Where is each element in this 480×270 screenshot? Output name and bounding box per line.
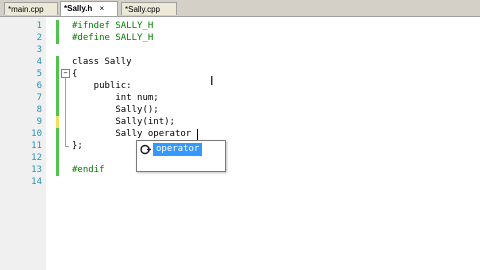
line-number: 6 xyxy=(36,81,42,91)
line-number: 14 xyxy=(31,177,42,187)
code-line: 14 xyxy=(0,176,480,188)
tab-sally-h[interactable]: *Sally.h × xyxy=(60,1,118,16)
tab-label: *main.cpp xyxy=(8,5,44,14)
line-number: 3 xyxy=(36,45,42,55)
line-number: 1 xyxy=(36,21,42,31)
line-number: 11 xyxy=(31,141,42,151)
line-number: 5 xyxy=(36,69,42,79)
code-text: int num; xyxy=(72,93,159,103)
tab-label: *Sally.cpp xyxy=(125,5,160,14)
line-number: 2 xyxy=(36,33,42,43)
code-text: Sally(int); xyxy=(72,117,175,127)
autocomplete-item[interactable]: operator xyxy=(139,143,223,156)
line-number: 10 xyxy=(31,129,42,139)
line-number: 8 xyxy=(36,105,42,115)
code-text: Sally(); xyxy=(72,105,159,115)
code-text: Sally operator xyxy=(72,129,192,139)
line-number: 9 xyxy=(36,117,42,127)
line-number: 13 xyxy=(31,165,42,175)
code-line: 12 xyxy=(0,152,480,164)
tab-sally-cpp[interactable]: *Sally.cpp xyxy=(121,2,177,15)
tab-label: *Sally.h xyxy=(64,4,93,13)
code-line: 5 { xyxy=(0,68,480,80)
code-text: #endif xyxy=(72,165,105,175)
code-line: 3 xyxy=(0,44,480,56)
method-icon xyxy=(140,144,151,155)
text-caret xyxy=(197,129,198,140)
ibeam-cursor-icon: I xyxy=(210,74,214,88)
tab-main-cpp[interactable]: *main.cpp xyxy=(4,2,58,15)
code-line-current: 10 Sally operator xyxy=(0,128,480,140)
code-text: { xyxy=(72,69,78,79)
autocomplete-item-label: operator xyxy=(153,143,203,156)
line-number: 4 xyxy=(36,57,42,67)
autocomplete-popup[interactable]: operator xyxy=(136,140,226,172)
code-line: 8 Sally(); xyxy=(0,104,480,116)
code-text: #ifndef SALLY_H xyxy=(72,21,154,31)
code-line: 9 Sally(int); xyxy=(0,116,480,128)
code-line: 7 int num; xyxy=(0,92,480,104)
code-text: #define SALLY_H xyxy=(72,33,154,43)
line-number: 12 xyxy=(31,153,42,163)
close-tab-icon[interactable]: × xyxy=(100,2,105,15)
code-line: 4 class Sally xyxy=(0,56,480,68)
line-number: 7 xyxy=(36,93,42,103)
code-text: class Sally xyxy=(72,57,132,67)
code-text: }; xyxy=(72,141,83,151)
code-line: 13 #endif xyxy=(0,164,480,176)
code-line: 11 }; xyxy=(0,140,480,152)
code-line: 2 #define SALLY_H xyxy=(0,32,480,44)
editor-tab-bar: *main.cpp *Sally.h × *Sally.cpp xyxy=(0,0,480,17)
code-editor[interactable]: − 1 #ifndef SALLY_H 2 #define SALLY_H 3 … xyxy=(0,17,480,270)
code-text: public: xyxy=(72,81,132,91)
code-line: 6 public: xyxy=(0,80,480,92)
code-line: 1 #ifndef SALLY_H xyxy=(0,20,480,32)
